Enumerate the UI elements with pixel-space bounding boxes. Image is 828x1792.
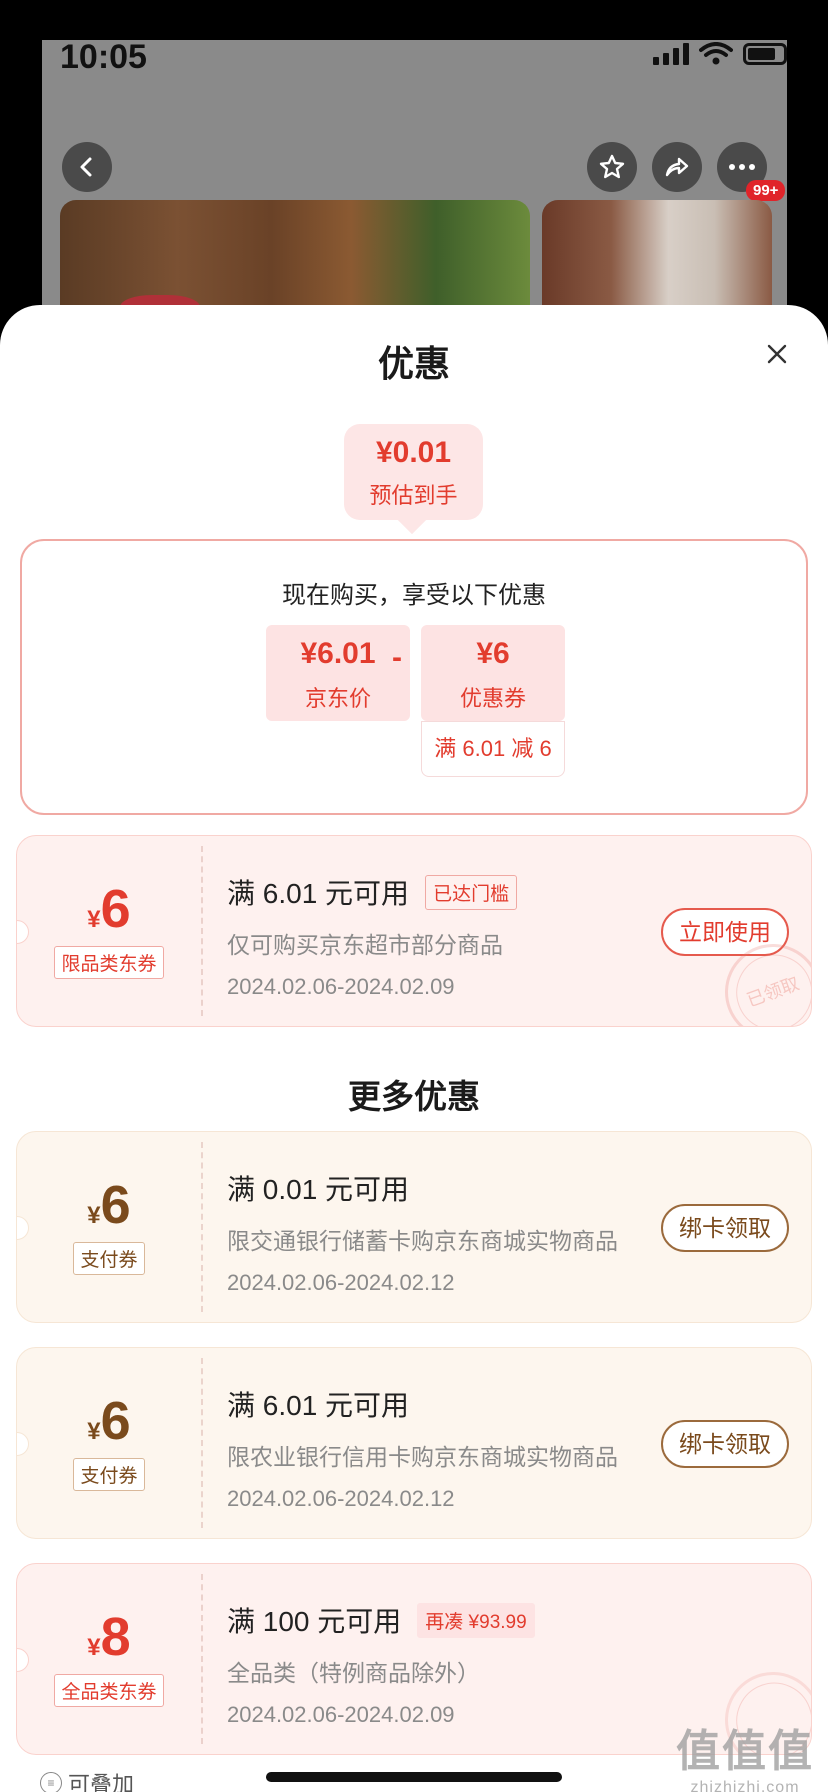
stack-icon: ≡	[40, 1772, 62, 1792]
home-indicator	[266, 1772, 562, 1782]
coupon-type-tag: 支付券	[73, 1242, 145, 1275]
coupon-card-main: ¥6 限品类东券 满 6.01 元可用 已达门槛 仅可购买京东超市部分商品 20…	[16, 835, 812, 1027]
add-more-chip: 再凑 ¥93.99	[417, 1602, 535, 1638]
coupon-date: 2024.02.06-2024.02.12	[227, 1270, 455, 1295]
coupon-condition: 满 6.01 减 6	[421, 721, 565, 777]
coupon-card-pay-2: ¥6 支付券 满 6.01 元可用 限农业银行信用卡购京东商城实物商品 2024…	[16, 1347, 812, 1539]
signal-icon	[653, 43, 689, 65]
coupon-date: 2024.02.06-2024.02.09	[227, 974, 455, 999]
battery-icon	[743, 43, 787, 65]
coupon-condition-text: 满 0.01 元可用	[227, 1174, 410, 1205]
star-icon	[599, 154, 625, 179]
coupon-date: 2024.02.06-2024.02.09	[227, 1702, 455, 1727]
coupon-condition-text: 满 100 元可用	[227, 1606, 402, 1637]
more-offers-title: 更多优惠	[348, 1078, 480, 1115]
coupon-amount: ¥6	[87, 1175, 131, 1235]
chevron-left-icon	[80, 157, 92, 177]
estimated-price: ¥0.01	[375, 436, 452, 469]
minus-operator: -	[392, 641, 402, 674]
more-dots-icon	[729, 164, 755, 170]
close-icon[interactable]	[764, 341, 790, 367]
stackable-label: 可叠加	[68, 1772, 135, 1792]
coupon-type-tag: 全品类东券	[54, 1674, 164, 1707]
back-button[interactable]	[62, 142, 112, 192]
coupon-date: 2024.02.06-2024.02.12	[227, 1486, 455, 1511]
coupon-type-tag: 支付券	[73, 1458, 145, 1491]
watermark-site: zhizhizhi.com	[690, 1779, 800, 1792]
coupon-condition-text: 满 6.01 元可用	[227, 1390, 410, 1421]
share-icon	[665, 157, 689, 177]
coupon-description: 限交通银行储蓄卡购京东商城实物商品	[227, 1228, 618, 1254]
wifi-icon	[699, 42, 733, 65]
estimated-price-label: 预估到手	[369, 483, 458, 508]
coupon-label: 优惠券	[459, 686, 526, 711]
cart-badge: 99+	[746, 180, 786, 201]
status-icons	[653, 42, 787, 66]
coupon-amount: ¥6	[87, 1391, 131, 1451]
threshold-reached-chip: 已达门槛	[425, 874, 518, 910]
coupon-value: ¥6	[476, 637, 510, 670]
coupon-card-pay-1: ¥6 支付券 满 0.01 元可用 限交通银行储蓄卡购京东商城实物商品 2024…	[16, 1131, 812, 1323]
watermark-logo: 值值值	[676, 1727, 814, 1776]
site-watermark: 值值值 zhizhizhi.com	[676, 1715, 814, 1792]
coupon-description: 全品类（特例商品除外）	[227, 1660, 480, 1686]
sheet-title: 优惠	[377, 343, 450, 384]
calc-heading: 现在购买，享受以下优惠	[282, 582, 546, 609]
jd-price-label: 京东价	[304, 686, 371, 711]
coupon-type-tag: 限品类东券	[54, 946, 164, 979]
favorite-button[interactable]	[587, 142, 637, 192]
coupon-amount: ¥8	[87, 1607, 131, 1667]
coupon-condition-text: 满 6.01 元可用	[227, 878, 410, 909]
coupon-description: 限农业银行信用卡购京东商城实物商品	[227, 1444, 618, 1470]
discount-sheet: 优惠 ¥0.01 预估到手 现在购买，享受以下优惠 ¥6.01 京东价 - ¥6…	[0, 305, 828, 1792]
estimated-price-bubble: ¥0.01 预估到手	[344, 424, 483, 520]
jd-price-value: ¥6.01	[300, 637, 376, 670]
coupon-amount: ¥6	[87, 879, 131, 939]
price-calculation: 现在购买，享受以下优惠 ¥6.01 京东价 - ¥6 优惠券 满 6.01 减 …	[20, 539, 808, 815]
share-button[interactable]	[652, 142, 702, 192]
jd-price-box: ¥6.01 京东价	[266, 625, 410, 721]
bind-card-claim-button[interactable]: 绑卡领取	[661, 1420, 789, 1468]
bind-card-claim-button[interactable]: 绑卡领取	[661, 1204, 789, 1252]
stackable-row: ≡ 可叠加	[40, 1767, 134, 1792]
coupon-box: ¥6 优惠券	[421, 625, 565, 721]
coupon-description: 仅可购买京东超市部分商品	[227, 932, 503, 958]
status-time: 10:05	[60, 40, 147, 76]
